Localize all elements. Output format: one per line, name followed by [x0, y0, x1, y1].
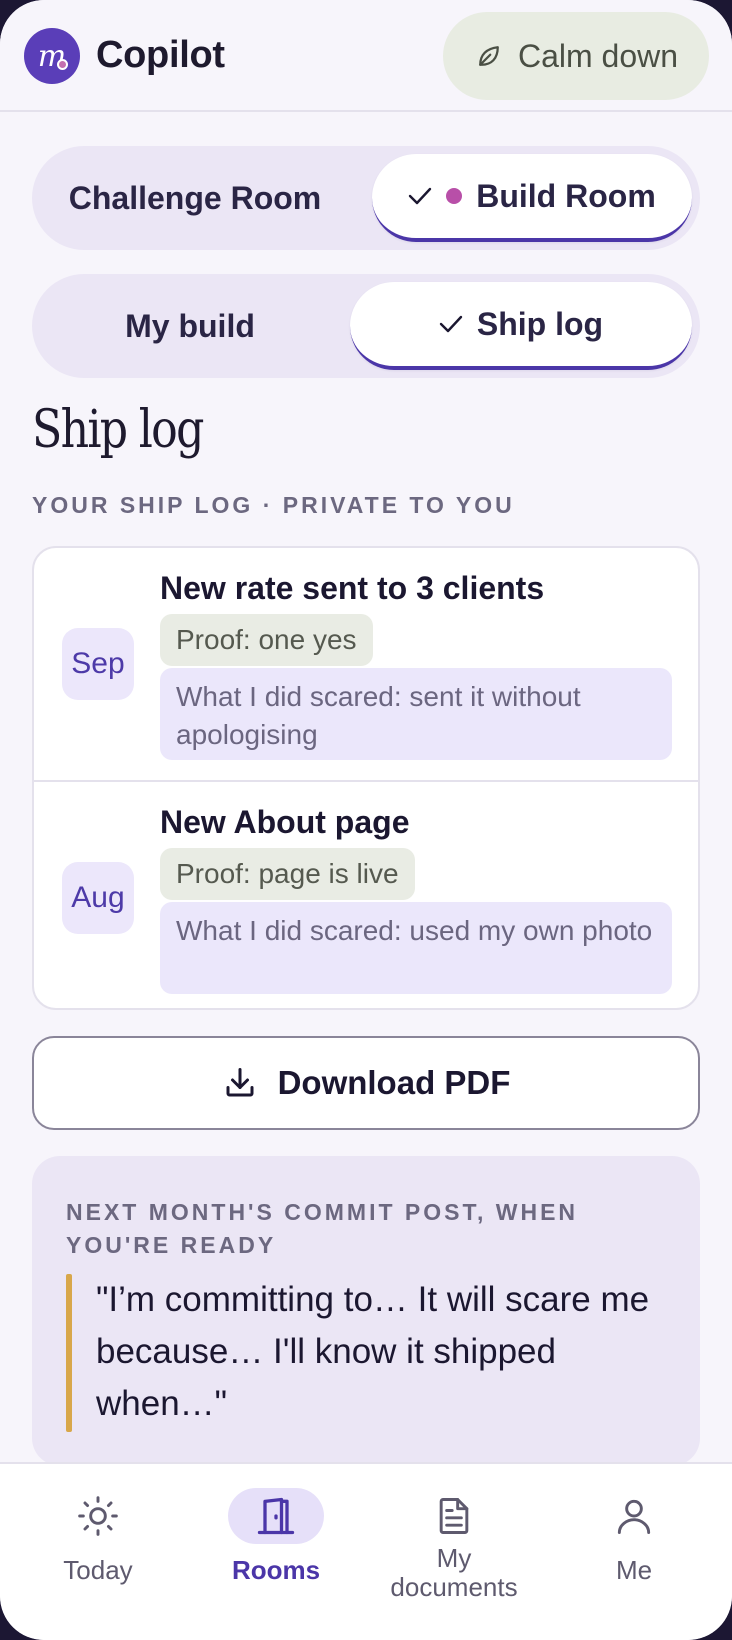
person-icon — [617, 1499, 651, 1534]
app-title: Copilot — [96, 34, 225, 76]
calm-down-label: Calm down — [517, 37, 679, 74]
status-dot — [446, 188, 463, 204]
app-logo: m — [24, 28, 80, 84]
tab-ship-log[interactable]: Ship log — [350, 282, 692, 370]
list-item[interactable]: Aug New About page Proof: page is live W… — [34, 780, 698, 1008]
download-icon — [226, 1068, 254, 1097]
page-title: Ship log — [32, 400, 204, 460]
room-switch: Challenge Room Build Room — [32, 146, 700, 250]
scared-note: What I did scared: sent it without apolo… — [160, 668, 672, 760]
month-badge: Sep — [62, 628, 134, 700]
logo-dot — [57, 59, 68, 70]
scared-note: What I did scared: used my own photo — [160, 902, 672, 994]
quote-accent-bar — [66, 1274, 72, 1432]
nav-item-rooms[interactable]: Rooms — [196, 1488, 356, 1585]
nav-label: My documents — [390, 1543, 518, 1602]
nav-label: Me — [615, 1555, 653, 1585]
tab-challenge-room[interactable]: Challenge Room — [32, 154, 358, 242]
tab-label: Challenge Room — [68, 179, 322, 216]
calm-down-button[interactable]: Calm down — [443, 12, 709, 100]
nav-item-me[interactable]: Me — [554, 1488, 714, 1585]
nav-label: Today — [63, 1555, 133, 1585]
proof-tag: Proof: page is live — [160, 848, 415, 900]
tab-build-room[interactable]: Build Room — [372, 154, 692, 242]
tab-label: Build Room — [476, 177, 656, 214]
door-icon — [257, 1497, 295, 1535]
month-badge: Aug — [62, 862, 134, 934]
download-pdf-button[interactable]: Download PDF — [32, 1036, 700, 1130]
nav-icon-container — [50, 1488, 146, 1544]
tab-label: My build — [125, 307, 255, 344]
proof-tag: Proof: one yes — [160, 614, 373, 666]
commit-quote[interactable]: "I’m committing to… It will scare me bec… — [96, 1274, 666, 1430]
bottom-nav: Today Rooms My documents Me — [0, 1462, 732, 1640]
leaf-icon — [479, 46, 499, 66]
commit-eyebrow: NEXT MONTH'S COMMIT POST, WHEN YOU'RE RE… — [66, 1199, 579, 1258]
list-item[interactable]: Sep New rate sent to 3 clients Proof: on… — [34, 548, 698, 780]
top-bar: m Copilot Calm down — [0, 0, 732, 112]
nav-icon-container — [228, 1488, 324, 1544]
nav-icon-container — [406, 1488, 502, 1544]
ship-log-list: Sep New rate sent to 3 clients Proof: on… — [32, 546, 700, 1010]
sun-icon — [78, 1496, 118, 1536]
section-eyebrow: YOUR SHIP LOG · PRIVATE TO YOU — [32, 492, 515, 518]
tab-my-build[interactable]: My build — [32, 282, 348, 370]
entry-title: New rate sent to 3 clients — [160, 570, 545, 606]
app-screen: m Copilot Calm down Challenge Room Build… — [0, 0, 732, 1640]
nav-item-today[interactable]: Today — [18, 1488, 178, 1585]
view-switch: My build Ship log — [32, 274, 700, 378]
tab-label: Ship log — [476, 305, 604, 342]
nav-item-my-documents[interactable]: My documents — [374, 1488, 534, 1602]
nav-icon-container — [586, 1488, 682, 1544]
commit-post-card: NEXT MONTH'S COMMIT POST, WHEN YOU'RE RE… — [32, 1156, 700, 1466]
document-icon — [439, 1498, 469, 1534]
entry-title: New About page — [160, 804, 410, 840]
check-icon — [409, 187, 432, 205]
nav-label: Rooms — [231, 1555, 321, 1585]
download-label: Download PDF — [277, 1064, 511, 1101]
check-icon — [439, 315, 463, 333]
